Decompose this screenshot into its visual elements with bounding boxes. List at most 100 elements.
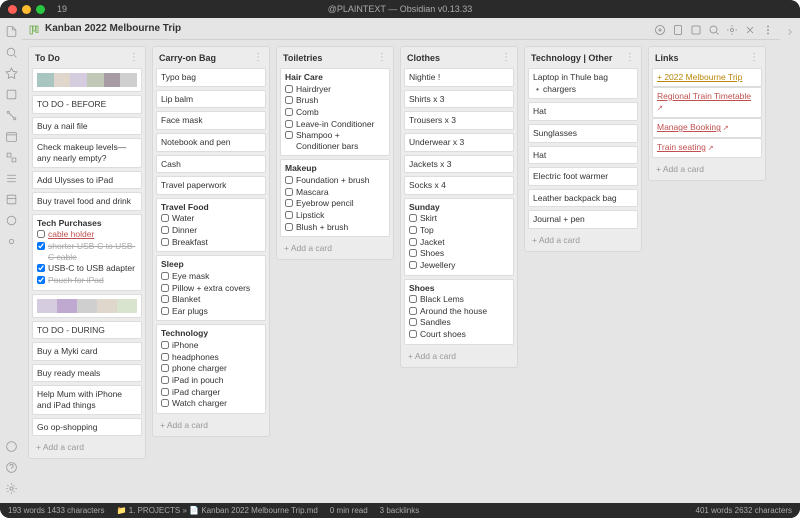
checkbox[interactable]	[409, 307, 417, 315]
kanban-card[interactable]: Face mask	[156, 111, 266, 130]
shoes-card[interactable]: ShoesBlack LemsAround the houseSandlesCo…	[404, 279, 514, 345]
travel-food-card[interactable]: Travel FoodWaterDinnerBreakfast	[156, 198, 266, 253]
add-card-icon[interactable]	[654, 23, 666, 35]
link-card[interactable]: Regional Train Timetable ↗	[652, 87, 762, 119]
checkbox[interactable]	[285, 199, 293, 207]
kanban-card[interactable]: Leather backpack bag	[528, 189, 638, 208]
checkbox[interactable]	[409, 226, 417, 234]
star-icon[interactable]	[4, 66, 18, 80]
add-card-button[interactable]: + Add a card	[404, 348, 514, 364]
checkbox[interactable]	[161, 364, 169, 372]
kanban-card[interactable]: Lip balm	[156, 90, 266, 109]
minimize-window-button[interactable]	[22, 5, 31, 14]
checkbox[interactable]	[161, 272, 169, 280]
checkbox[interactable]	[285, 188, 293, 196]
status-breadcrumb[interactable]: 📁 1. PROJECTS » 📄 Kanban 2022 Melbourne …	[117, 506, 318, 515]
checkbox[interactable]	[409, 249, 417, 257]
section-header-before[interactable]: TO DO - BEFORE	[32, 95, 142, 114]
kanban-card[interactable]: Electric foot warmer	[528, 167, 638, 186]
checkbox[interactable]	[161, 399, 169, 407]
add-card-button[interactable]: + Add a card	[32, 439, 142, 455]
column-menu-icon[interactable]: ⋮	[253, 52, 263, 63]
checkbox[interactable]	[161, 388, 169, 396]
column-menu-icon[interactable]: ⋮	[129, 52, 139, 63]
link[interactable]: Regional Train Timetable	[657, 91, 751, 101]
kanban-card[interactable]: Buy travel food and drink	[32, 192, 142, 211]
checkbox[interactable]	[161, 214, 169, 222]
column-menu-icon[interactable]: ⋮	[749, 52, 759, 63]
kanban-card[interactable]: Travel paperwork	[156, 176, 266, 195]
thule-card[interactable]: Laptop in Thule bag chargers	[528, 68, 638, 99]
help-icon[interactable]	[4, 460, 18, 474]
kanban-card[interactable]: Buy a nail file	[32, 117, 142, 136]
more-icon[interactable]	[762, 23, 774, 35]
technology-card[interactable]: TechnologyiPhoneheadphonesphone chargeri…	[156, 324, 266, 413]
kanban-card[interactable]: Buy a Myki card	[32, 342, 142, 361]
settings-icon[interactable]	[4, 481, 18, 495]
tech-purchases-card[interactable]: Tech Purchases cable holdershorter USB-C…	[32, 214, 142, 291]
kanban-card[interactable]: Go op-shopping	[32, 418, 142, 437]
checkbox[interactable]	[285, 211, 293, 219]
kanban-card[interactable]: Underwear x 3	[404, 133, 514, 152]
record-icon[interactable]	[4, 234, 18, 248]
template-icon[interactable]	[4, 192, 18, 206]
search-icon[interactable]	[4, 45, 18, 59]
link-card[interactable]: + 2022 Melbourne Trip	[652, 68, 762, 87]
link[interactable]: Manage Booking	[657, 122, 721, 132]
checkbox[interactable]	[161, 376, 169, 384]
swatches-card[interactable]	[32, 68, 142, 92]
kanban-card[interactable]: Jackets x 3	[404, 155, 514, 174]
section-header-during[interactable]: TO DO - DURING	[32, 321, 142, 340]
checkbox[interactable]	[161, 284, 169, 292]
link[interactable]: Train seating	[657, 142, 706, 152]
checkbox[interactable]	[409, 295, 417, 303]
checkbox[interactable]	[161, 295, 169, 303]
checkbox[interactable]	[37, 242, 45, 250]
add-card-button[interactable]: + Add a card	[652, 161, 762, 177]
checkbox[interactable]	[285, 108, 293, 116]
link[interactable]: + 2022 Melbourne Trip	[657, 72, 742, 82]
sleep-card[interactable]: SleepEye maskPillow + extra coversBlanke…	[156, 255, 266, 321]
daily-icon[interactable]	[4, 213, 18, 227]
checkbox[interactable]	[409, 318, 417, 326]
kanban-card[interactable]: Shirts x 3	[404, 90, 514, 109]
link-card[interactable]: Manage Booking ↗	[652, 118, 762, 138]
canvas-icon[interactable]	[4, 150, 18, 164]
link-icon[interactable]	[690, 23, 702, 35]
status-backlinks[interactable]: 3 backlinks	[380, 506, 420, 515]
graph-icon[interactable]	[4, 108, 18, 122]
checkbox[interactable]	[285, 176, 293, 184]
kanban-card[interactable]: Hat	[528, 102, 638, 121]
close-tab-icon[interactable]	[744, 23, 756, 35]
kanban-card[interactable]: Buy ready meals	[32, 364, 142, 383]
kanban-card[interactable]: Add Ulysses to iPad	[32, 171, 142, 190]
column-menu-icon[interactable]: ⋮	[377, 52, 387, 63]
makeup-card[interactable]: MakeupFoundation + brushMascaraEyebrow p…	[280, 159, 390, 237]
maximize-window-button[interactable]	[36, 5, 45, 14]
checkbox[interactable]	[285, 96, 293, 104]
checkbox[interactable]	[409, 214, 417, 222]
kanban-card[interactable]: Help Mum with iPhone and iPad things	[32, 385, 142, 414]
kanban-card[interactable]: Journal + pen	[528, 210, 638, 229]
checkbox[interactable]	[409, 330, 417, 338]
checkbox[interactable]	[409, 261, 417, 269]
calendar-icon[interactable]	[4, 129, 18, 143]
checkbox[interactable]	[161, 353, 169, 361]
checkbox[interactable]	[161, 307, 169, 315]
kanban-card[interactable]: Nightie !	[404, 68, 514, 87]
vault-icon[interactable]	[4, 439, 18, 453]
checkbox[interactable]	[161, 238, 169, 246]
add-card-button[interactable]: + Add a card	[280, 240, 390, 256]
close-window-button[interactable]	[8, 5, 17, 14]
swatches-card[interactable]	[32, 294, 142, 318]
checkbox[interactable]	[285, 120, 293, 128]
checkbox[interactable]	[285, 223, 293, 231]
checkbox[interactable]	[37, 276, 45, 284]
checkbox[interactable]	[409, 238, 417, 246]
add-card-button[interactable]: + Add a card	[156, 417, 266, 433]
sunday-card[interactable]: SundaySkirtTopJacketShoesJewellery	[404, 198, 514, 276]
switcher-icon[interactable]	[4, 87, 18, 101]
kanban-card[interactable]: Hat	[528, 146, 638, 165]
pin-icon[interactable]	[672, 23, 684, 35]
checkbox[interactable]	[285, 85, 293, 93]
